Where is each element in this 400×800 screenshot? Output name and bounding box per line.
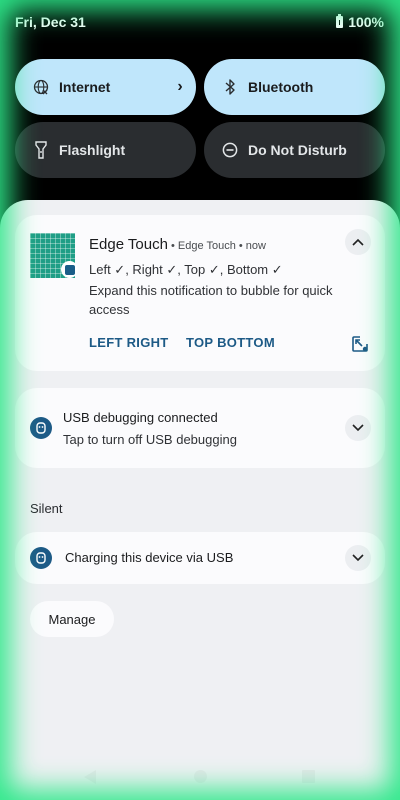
battery-percent: 100% [348, 14, 384, 30]
tile-label: Do Not Disturb [248, 142, 347, 158]
tile-flashlight[interactable]: Flashlight [15, 122, 196, 178]
chevron-down-icon [352, 424, 364, 432]
notification-meta: • Edge Touch • now [167, 240, 266, 252]
usb-icon [30, 547, 52, 569]
navigation-bar [0, 760, 400, 796]
notification-body: Expand this notification to bubble for q… [89, 283, 333, 317]
chevron-right-icon: › [177, 78, 183, 95]
notification-title: USB debugging connected [63, 410, 218, 425]
notification-charging[interactable]: Charging this device via USB [15, 532, 385, 584]
chevron-up-icon [352, 238, 364, 246]
manage-button[interactable]: Manage [30, 601, 114, 637]
bubble-icon[interactable] [351, 335, 369, 353]
tile-internet[interactable]: Internet › [15, 59, 196, 115]
battery-indicator: 100% [336, 14, 384, 30]
bluetooth-icon [204, 79, 248, 95]
notification-title: Charging this device via USB [65, 550, 234, 565]
notification-edge-touch[interactable]: Edge Touch • Edge Touch • now Left ✓, Ri… [15, 215, 385, 371]
status-bar: Fri, Dec 31 100% [0, 0, 400, 44]
tile-bluetooth[interactable]: Bluetooth [204, 59, 385, 115]
expand-button[interactable] [345, 545, 371, 571]
notification-status-line: Left ✓, Right ✓, Top ✓, Bottom ✓ [89, 262, 283, 277]
back-icon[interactable] [84, 770, 96, 784]
notification-body: Tap to turn off USB debugging [63, 432, 237, 447]
action-top-bottom-button[interactable]: TOP BOTTOM [186, 335, 275, 350]
usb-icon [30, 417, 52, 439]
app-name: Edge Touch [89, 236, 168, 253]
home-icon[interactable] [194, 770, 207, 783]
do-not-disturb-icon [204, 142, 248, 158]
notification-usb-debugging[interactable]: USB debugging connected Tap to turn off … [15, 388, 385, 468]
action-left-right-button[interactable]: LEFT RIGHT [89, 335, 169, 350]
section-header-silent: Silent [30, 501, 63, 516]
app-badge-icon [61, 261, 78, 278]
notification-title: Edge Touch • Edge Touch • now [89, 236, 266, 253]
tile-label: Bluetooth [248, 79, 314, 95]
battery-icon [336, 14, 344, 28]
wifi-x-icon [15, 79, 59, 95]
recents-icon[interactable] [302, 770, 315, 783]
collapse-button[interactable] [345, 229, 371, 255]
status-date: Fri, Dec 31 [15, 14, 86, 30]
tile-do-not-disturb[interactable]: Do Not Disturb [204, 122, 385, 178]
tile-label: Internet [59, 79, 111, 95]
flashlight-icon [15, 141, 59, 159]
chevron-down-icon [352, 554, 364, 562]
expand-button[interactable] [345, 415, 371, 441]
tile-label: Flashlight [59, 142, 126, 158]
